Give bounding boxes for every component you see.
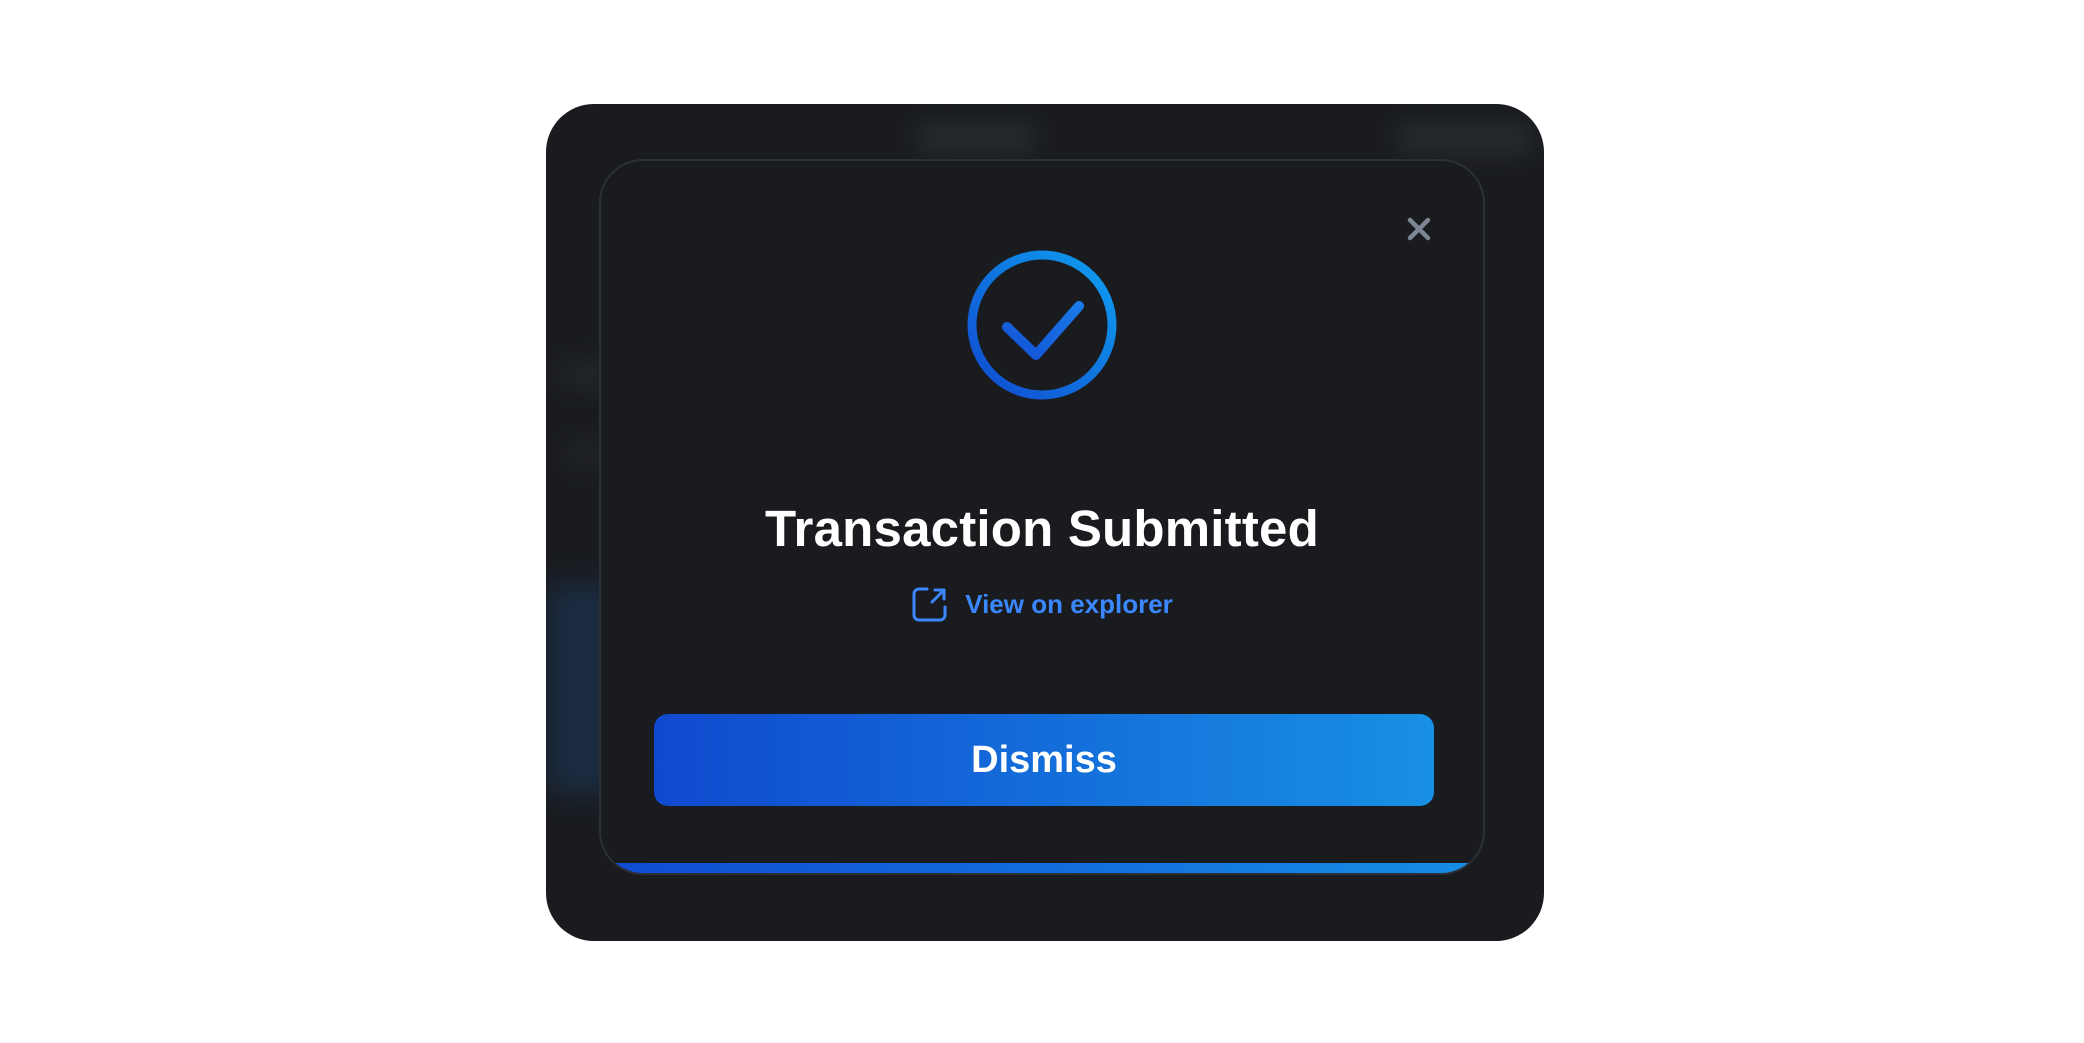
app-frame: Transaction Submitted View on explorer D…	[546, 104, 1544, 941]
view-on-explorer-link[interactable]: View on explorer	[601, 585, 1483, 623]
view-on-explorer-label: View on explorer	[965, 588, 1173, 619]
background-blur-tab	[916, 124, 1036, 152]
modal-title: Transaction Submitted	[765, 500, 1319, 557]
external-link-icon	[911, 585, 949, 623]
modal-accent-bar	[601, 863, 1483, 873]
close-icon	[1407, 217, 1431, 241]
close-button[interactable]	[1401, 211, 1437, 247]
dismiss-button[interactable]: Dismiss	[654, 714, 1434, 806]
transaction-submitted-modal: Transaction Submitted View on explorer D…	[599, 159, 1485, 875]
check-circle-icon	[967, 250, 1117, 400]
background-blur-tab	[1396, 124, 1536, 152]
